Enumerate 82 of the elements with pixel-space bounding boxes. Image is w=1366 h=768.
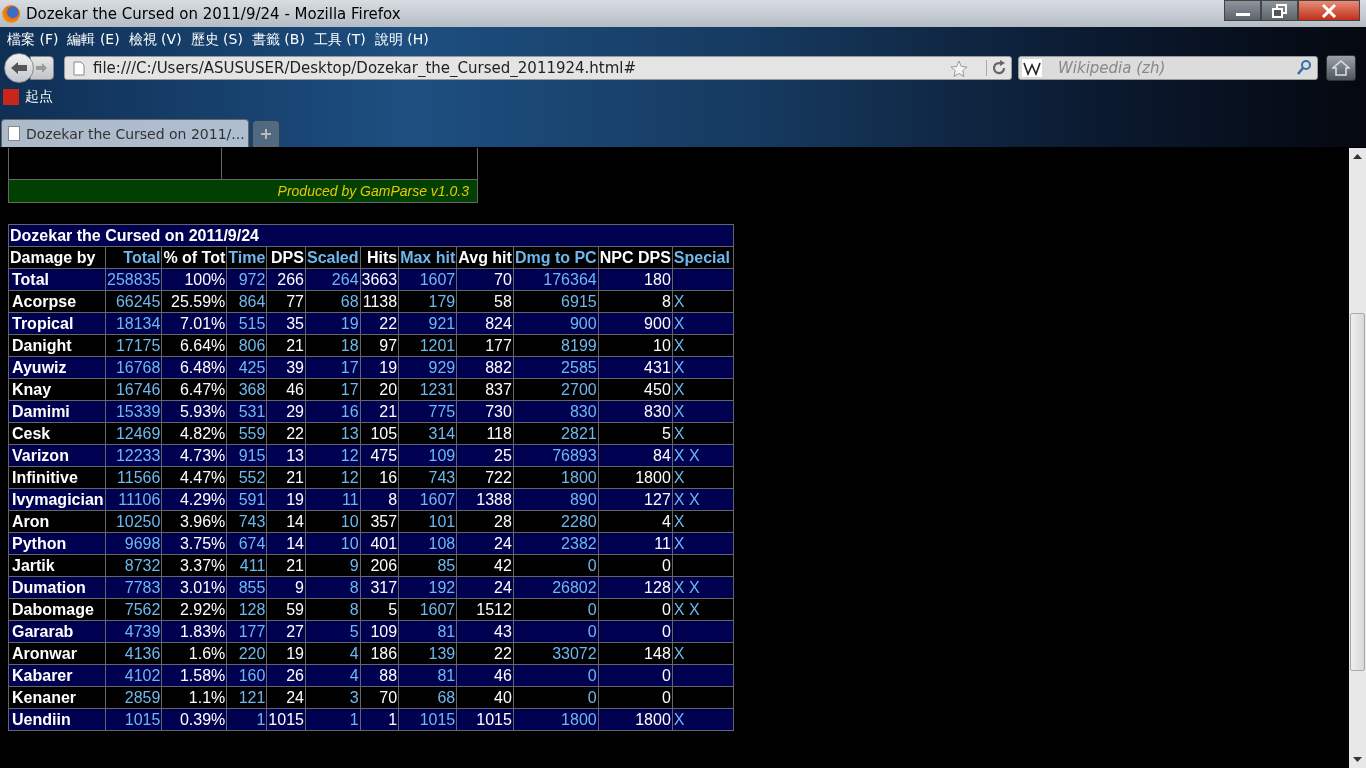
row-name: Damimi: [8, 400, 106, 423]
row-name: Aron: [8, 510, 106, 533]
x-link[interactable]: X: [673, 403, 685, 420]
window-title: Dozekar the Cursed on 2011/9/24 - Mozilla Firefox: [26, 4, 402, 23]
menu-item[interactable]: 說明 (H): [371, 30, 435, 49]
new-tab-button[interactable]: [253, 121, 279, 147]
menu-item[interactable]: 檢視 (V): [125, 30, 188, 49]
close-button[interactable]: [1298, 0, 1360, 21]
minimize-icon: [1235, 13, 1250, 16]
bookmark-link[interactable]: 起点: [3, 87, 53, 106]
page-icon: [73, 60, 85, 76]
search-input[interactable]: Wikipedia (zh): [1058, 59, 1297, 77]
row-name: Cesk: [8, 422, 106, 445]
row-name: Infinitive: [8, 466, 106, 489]
x-link[interactable]: X: [673, 425, 685, 442]
close-icon: [1321, 3, 1337, 18]
x-link[interactable]: X: [673, 711, 685, 728]
search-icon[interactable]: [1297, 60, 1311, 76]
search-engine-icon[interactable]: [1022, 59, 1042, 77]
x-link[interactable]: X: [688, 579, 700, 596]
column-header: Damage by: [8, 246, 106, 269]
x-link[interactable]: X: [673, 293, 685, 310]
x-link[interactable]: X: [673, 601, 685, 618]
row-name: Ayuwiz: [8, 356, 106, 379]
star-icon[interactable]: [950, 59, 968, 77]
vertical-scrollbar[interactable]: [1349, 148, 1366, 768]
menu-item[interactable]: 檔案 (F): [4, 30, 65, 49]
x-link[interactable]: X: [673, 491, 685, 508]
row-name: Danight: [8, 334, 106, 357]
row-name: Kabarer: [8, 664, 106, 687]
row-name: Gararab: [8, 620, 106, 643]
row-name: Ivymagician: [8, 488, 106, 511]
bookmark-icon: [3, 88, 19, 105]
tab-title: Dozekar the Cursed on 2011/...: [26, 125, 245, 142]
row-name: Python: [8, 532, 106, 555]
x-link[interactable]: X: [673, 535, 685, 552]
x-link[interactable]: X: [673, 359, 685, 376]
browser-logo-icon: [2, 4, 20, 23]
row-name: Dumation: [8, 576, 106, 599]
row-name: Jartik: [8, 554, 106, 577]
x-link[interactable]: X: [688, 447, 700, 464]
x-link[interactable]: X: [673, 337, 685, 354]
row-name: Knay: [8, 378, 106, 401]
menu-item[interactable]: 書籤 (B): [248, 30, 311, 49]
menu-item[interactable]: 工具 (T): [310, 30, 372, 49]
restore-icon: [1271, 3, 1288, 18]
x-link[interactable]: X: [673, 381, 685, 398]
x-link[interactable]: X: [673, 645, 685, 662]
row-name: Aronwar: [8, 642, 106, 665]
row-name: Varizon: [8, 444, 106, 467]
x-link[interactable]: X: [673, 315, 685, 332]
row-name: Acorpse: [8, 290, 106, 313]
address-bar[interactable]: file:///C:/Users/ASUSUSER/Desktop/Dozekar_the_Cursed_2011924.html#: [64, 56, 1012, 80]
x-link[interactable]: X: [688, 491, 700, 508]
x-link[interactable]: X: [688, 601, 700, 618]
home-button[interactable]: [1326, 55, 1356, 81]
row-name: Dabomage: [8, 598, 106, 621]
minimize-button[interactable]: [1224, 0, 1261, 21]
right-arrow-icon: [35, 62, 49, 74]
scrollbar-thumb[interactable]: [1350, 313, 1365, 671]
reload-icon[interactable]: [986, 60, 1007, 76]
row-name: Total: [8, 268, 106, 291]
menu-item[interactable]: 歷史 (S): [187, 30, 249, 49]
restore-button[interactable]: [1261, 0, 1298, 21]
plus-icon: [260, 128, 272, 140]
left-arrow-icon: [9, 60, 29, 76]
page-icon: [8, 126, 20, 141]
row-name: Kenaner: [8, 686, 106, 709]
table-title: Dozekar the Cursed on 2011/9/24: [8, 224, 734, 247]
row-name: Tropical: [8, 312, 106, 335]
browser-tab[interactable]: Dozekar the Cursed on 2011/...: [1, 119, 249, 147]
x-link[interactable]: X: [673, 447, 685, 464]
menu-item[interactable]: 編輯 (E): [64, 30, 126, 49]
x-link[interactable]: X: [673, 513, 685, 530]
row-name: Uendiin: [8, 708, 106, 731]
house-icon: [1332, 60, 1350, 76]
x-link[interactable]: X: [673, 579, 685, 596]
search-field[interactable]: Wikipedia (zh): [1018, 56, 1318, 80]
back-button[interactable]: [4, 53, 34, 83]
x-link[interactable]: X: [673, 469, 685, 486]
forward-button[interactable]: [30, 56, 54, 80]
report-credit: Produced by GamParse v1.0.3: [9, 179, 477, 202]
